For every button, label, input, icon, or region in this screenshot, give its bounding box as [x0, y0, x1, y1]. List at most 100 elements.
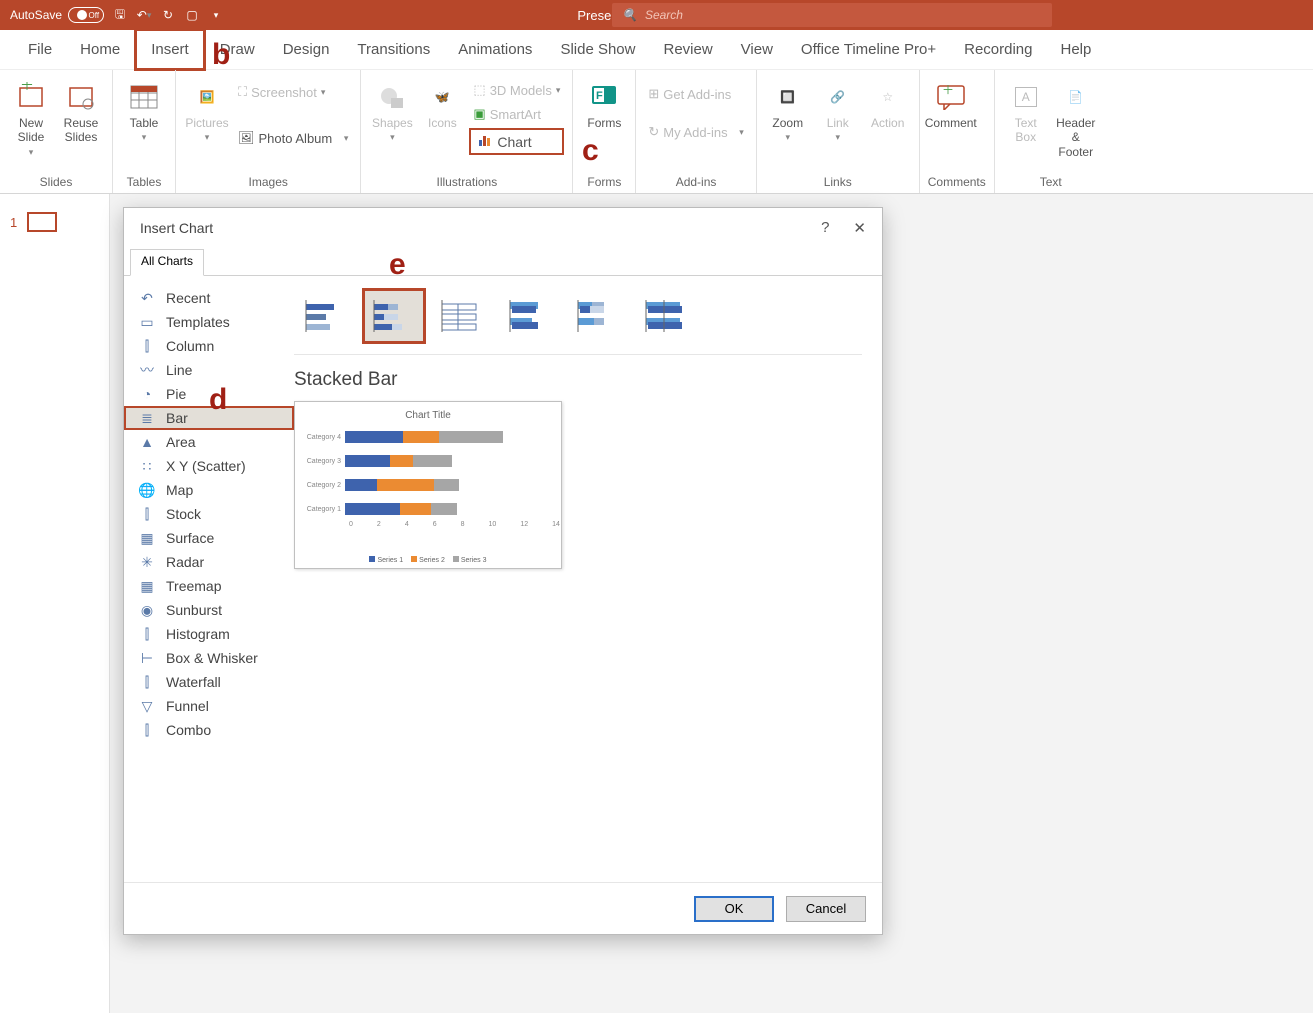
smartart-button[interactable]: ▣SmartArt	[469, 104, 564, 124]
slide-thumbnail-1[interactable]: 1	[10, 212, 99, 232]
undo-icon[interactable]: ↶▾	[136, 7, 152, 23]
slide-preview-icon	[27, 212, 57, 232]
redo-icon[interactable]: ↻	[160, 7, 176, 23]
ribbon: ＋New Slide▾ Reuse Slides Slides Table▾ T…	[0, 70, 1313, 194]
forms-button[interactable]: FForms	[581, 78, 627, 130]
chart-preview[interactable]: Chart Title Category 4Category 3Category…	[294, 401, 562, 569]
svg-text:F: F	[596, 90, 603, 102]
pictures-button[interactable]: 🖼️Pictures▾	[184, 78, 230, 143]
bar-subtype-4[interactable]	[566, 288, 630, 344]
tab-insert[interactable]: Insert	[134, 28, 206, 71]
chart-category-list: ↶Recent▭Templates⫿Column〰Line◔Pie≣Bar▲Ar…	[124, 276, 294, 882]
header-footer-button[interactable]: 📄Header & Footer	[1053, 78, 1099, 159]
category-column[interactable]: ⫿Column	[124, 334, 294, 358]
category-icon: 〰	[138, 362, 156, 378]
category-radar[interactable]: ✳Radar	[124, 550, 294, 574]
group-comments: ＋Comment Comments	[920, 70, 995, 193]
category-line[interactable]: 〰Line	[124, 358, 294, 382]
chart-legend: Series 1Series 2Series 3	[295, 556, 561, 564]
chart-subtype-row	[294, 288, 862, 355]
bar-subtype-1[interactable]	[362, 288, 426, 344]
category-icon: ▽	[138, 698, 156, 714]
link-button[interactable]: 🔗Link▾	[815, 78, 861, 143]
get-addins-button[interactable]: ⊞Get Add-ins	[644, 84, 747, 104]
bar-subtype-0[interactable]	[294, 288, 358, 344]
textbox-button[interactable]: AText Box	[1003, 78, 1049, 145]
my-addins-button[interactable]: ↻My Add-ins ▾	[644, 122, 747, 142]
tab-recording[interactable]: Recording	[950, 31, 1046, 68]
category-templates[interactable]: ▭Templates	[124, 310, 294, 334]
tab-all-charts[interactable]: All Charts	[130, 249, 204, 276]
search-icon: 🔍	[622, 8, 637, 22]
group-images: 🖼️Pictures▾ ⛶Screenshot▾ 🖼Photo Album ▾ …	[176, 70, 361, 193]
tab-design[interactable]: Design	[269, 31, 344, 68]
group-addins: ⊞Get Add-ins ↻My Add-ins ▾ Add-ins	[636, 70, 756, 193]
tab-review[interactable]: Review	[649, 31, 726, 68]
annotation-e: e	[389, 248, 406, 282]
slide-number: 1	[10, 215, 17, 230]
search-box[interactable]: 🔍 Search	[612, 3, 1052, 27]
store-icon: ⊞	[648, 86, 659, 102]
shapes-button[interactable]: Shapes▾	[369, 78, 415, 143]
cancel-button[interactable]: Cancel	[786, 896, 866, 922]
slideshow-icon[interactable]: ▢	[184, 7, 200, 23]
qat-customize-icon[interactable]: ▾	[208, 7, 224, 23]
category-treemap[interactable]: ▦Treemap	[124, 574, 294, 598]
category-icon: ⫿	[138, 338, 156, 354]
category-combo[interactable]: ⫿Combo	[124, 718, 294, 742]
save-icon[interactable]: 🖫	[112, 7, 128, 23]
autosave-toggle[interactable]: AutoSave Off	[10, 7, 104, 23]
category-box-whisker[interactable]: ⊢Box & Whisker	[124, 646, 294, 670]
category-icon: ▭	[138, 314, 156, 330]
category-recent[interactable]: ↶Recent	[124, 286, 294, 310]
group-tables: Table▾ Tables	[113, 70, 176, 193]
title-bar: AutoSave Off 🖫 ↶▾ ↻ ▢ ▾ Presentation1 - …	[0, 0, 1313, 30]
group-links: 🔲Zoom▾ 🔗Link▾ ☆Action Links	[757, 70, 920, 193]
bar-subtype-5[interactable]	[634, 288, 698, 344]
new-slide-button[interactable]: ＋New Slide▾	[8, 78, 54, 158]
ok-button[interactable]: OK	[694, 896, 774, 922]
tab-slide-show[interactable]: Slide Show	[546, 31, 649, 68]
annotation-b: b	[212, 38, 230, 72]
category-icon: ▲	[138, 434, 156, 450]
photo-album-button[interactable]: 🖼Photo Album ▾	[234, 128, 352, 148]
tab-home[interactable]: Home	[66, 31, 134, 68]
action-button[interactable]: ☆Action	[865, 78, 911, 130]
icons-button[interactable]: 🦋Icons	[419, 78, 465, 130]
category-sunburst[interactable]: ◉Sunburst	[124, 598, 294, 622]
chart-button[interactable]: Chart	[469, 128, 564, 155]
search-placeholder: Search	[645, 8, 683, 22]
category-stock[interactable]: ⫿Stock	[124, 502, 294, 526]
bar-subtype-2[interactable]	[430, 288, 494, 344]
tab-file[interactable]: File	[14, 31, 66, 68]
tab-view[interactable]: View	[727, 31, 787, 68]
screenshot-button[interactable]: ⛶Screenshot▾	[234, 82, 352, 102]
table-button[interactable]: Table▾	[121, 78, 167, 143]
category-histogram[interactable]: ⫿Histogram	[124, 622, 294, 646]
category-area[interactable]: ▲Area	[124, 430, 294, 454]
category-x-y-scatter-[interactable]: ∷X Y (Scatter)	[124, 454, 294, 478]
category-icon: ▦	[138, 530, 156, 546]
help-icon[interactable]: ?	[821, 219, 829, 237]
reuse-slides-button[interactable]: Reuse Slides	[58, 78, 104, 145]
category-icon: ⫿	[138, 626, 156, 642]
zoom-button[interactable]: 🔲Zoom▾	[765, 78, 811, 143]
group-text: AText Box 📄Header & Footer Text	[995, 70, 1107, 193]
category-icon: ✳	[138, 554, 156, 570]
category-map[interactable]: 🌐Map	[124, 478, 294, 502]
category-waterfall[interactable]: ⫿Waterfall	[124, 670, 294, 694]
category-icon: 🌐	[138, 482, 156, 498]
screenshot-icon: ⛶	[238, 84, 247, 100]
category-surface[interactable]: ▦Surface	[124, 526, 294, 550]
chart-subtype-name: Stacked Bar	[294, 355, 862, 401]
tab-office-timeline-pro-[interactable]: Office Timeline Pro+	[787, 31, 950, 68]
category-funnel[interactable]: ▽Funnel	[124, 694, 294, 718]
comment-button[interactable]: ＋Comment	[928, 78, 974, 130]
tab-help[interactable]: Help	[1047, 31, 1106, 68]
3d-models-button[interactable]: ⬚3D Models▾	[469, 80, 564, 100]
close-icon[interactable]: ✕	[853, 219, 866, 237]
tab-transitions[interactable]: Transitions	[343, 31, 444, 68]
tab-animations[interactable]: Animations	[444, 31, 546, 68]
category-icon: ◔	[138, 386, 156, 402]
bar-subtype-3[interactable]	[498, 288, 562, 344]
